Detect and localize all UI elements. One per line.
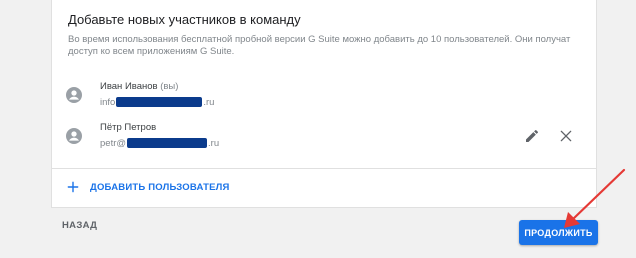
- user-row: Пётр Петров petr@ .ru: [52, 122, 598, 162]
- close-icon: [560, 130, 572, 142]
- user-name: Иван Иванов (вы): [100, 81, 178, 92]
- remove-user-button[interactable]: [555, 125, 577, 147]
- user-name-text: Пётр Петров: [100, 122, 157, 133]
- annotation-arrow-icon: [564, 168, 626, 228]
- user-email: info .ru: [100, 97, 214, 108]
- email-prefix: info: [100, 97, 116, 108]
- edit-icon: [526, 129, 539, 142]
- card-title: Добавьте новых участников в команду: [68, 12, 301, 27]
- plus-icon: [67, 181, 79, 193]
- add-members-card: Добавьте новых участников в команду Во в…: [51, 0, 597, 208]
- person-circle-icon: [66, 128, 82, 144]
- user-row: Иван Иванов (вы) info .ru: [52, 81, 598, 121]
- email-redaction: [116, 97, 203, 108]
- divider: [52, 168, 596, 169]
- user-name: Пётр Петров: [100, 122, 156, 133]
- add-user-button[interactable]: ДОБАВИТЬ ПОЛЬЗОВАТЕЛЯ: [66, 178, 230, 196]
- user-email: petr@ .ru: [100, 138, 219, 149]
- email-suffix: .ru: [203, 97, 215, 108]
- user-name-text: Иван Иванов: [100, 81, 158, 92]
- back-button[interactable]: НАЗАД: [62, 220, 97, 231]
- you-suffix: (вы): [160, 81, 179, 92]
- add-user-label: ДОБАВИТЬ ПОЛЬЗОВАТЕЛЯ: [90, 181, 230, 193]
- email-redaction: [127, 138, 208, 149]
- card-description: Во время использования бесплатной пробно…: [68, 34, 571, 57]
- email-prefix: petr@: [100, 138, 127, 149]
- email-suffix: .ru: [208, 138, 220, 149]
- edit-user-button[interactable]: [521, 125, 543, 147]
- person-circle-icon: [66, 87, 82, 103]
